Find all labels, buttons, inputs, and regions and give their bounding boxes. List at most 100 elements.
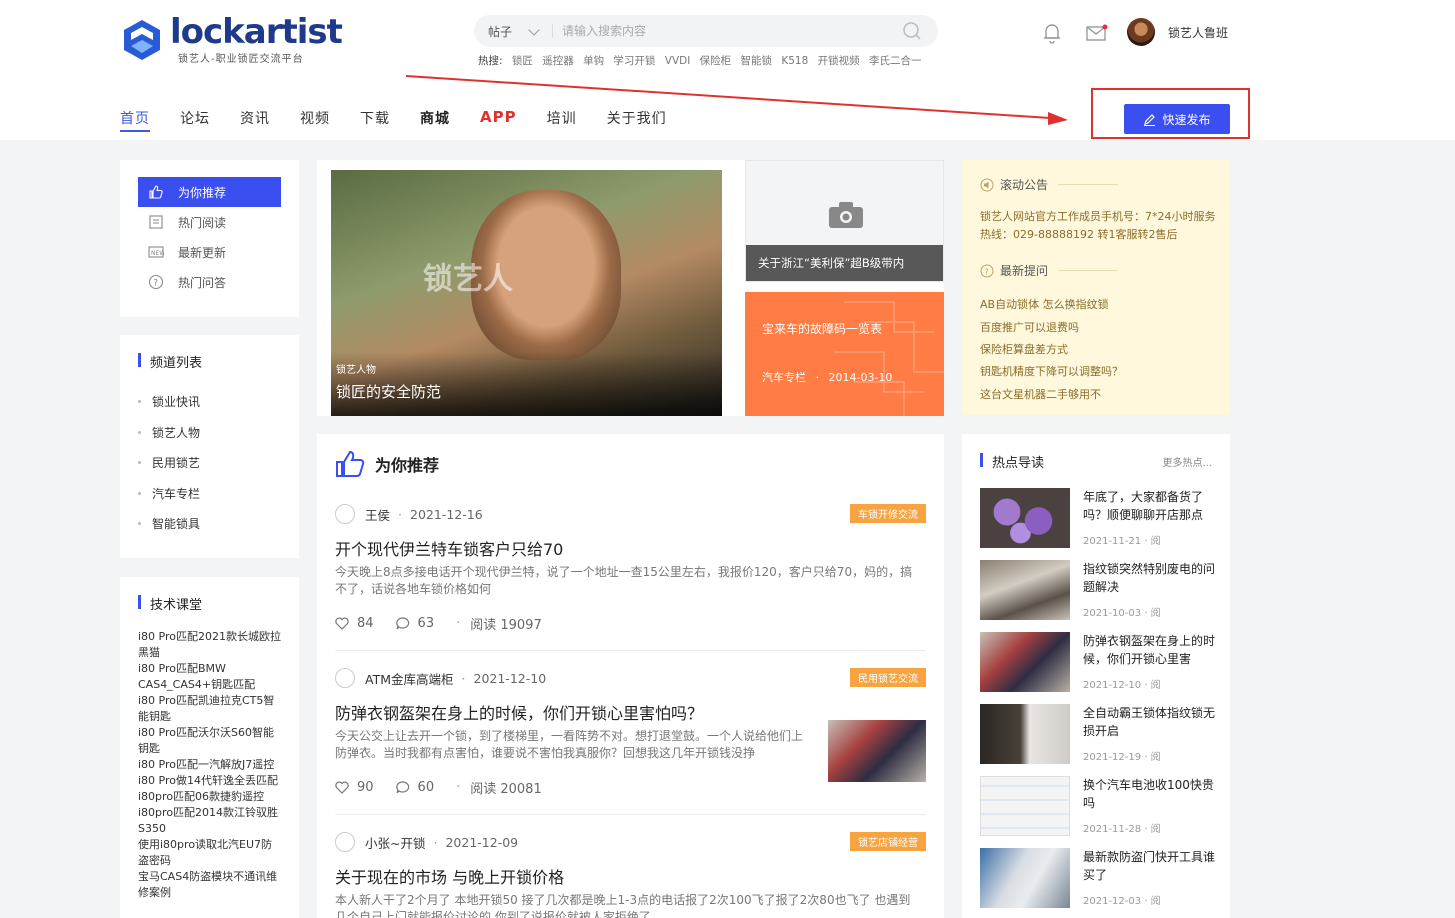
course-item[interactable]: i80 Pro匹配BMW CAS4_CAS4+钥匙匹配 — [138, 661, 283, 693]
nav-app[interactable]: APP — [480, 108, 517, 132]
hot-read-item-title: 全自动霸王锁体指纹锁无损开启 — [1083, 706, 1216, 738]
author-name[interactable]: 小张~开锁 — [365, 833, 425, 852]
hot-read-item[interactable]: 指纹锁突然特别废电的问题解决 2021-10-03 · 阅 — [980, 560, 1215, 620]
nav-download[interactable]: 下载 — [360, 108, 390, 132]
author-name[interactable]: ATM金库高端柜 — [365, 669, 454, 688]
hot-read-item-suffix: 阅 — [1150, 680, 1161, 691]
course-item[interactable]: i80 Pro匹配沃尔沃S60智能钥匙 — [138, 725, 283, 757]
feed-post[interactable]: ATM金库高端柜 · 2021-12-10 民用锁艺交流 防弹衣钢盔架在身上的时… — [335, 668, 926, 808]
hot-term[interactable]: 单钩 — [583, 55, 604, 67]
post-excerpt: 本人新人干了2个月了 本地开锁50 接了几次都是晚上1-3点的电话报了2次100… — [335, 893, 911, 918]
nav-shop[interactable]: 商城 — [420, 108, 450, 132]
course-item[interactable]: 使用i80pro读取北汽EU7防盗密码 — [138, 837, 283, 869]
heart-icon — [335, 781, 349, 794]
banner-side-top[interactable]: 关于浙江“美利保”超B级带内 — [745, 160, 944, 282]
book-icon — [149, 215, 163, 229]
bell-icon[interactable] — [1042, 22, 1062, 44]
channel-item[interactable]: 汽车专栏 — [138, 485, 200, 516]
author-avatar[interactable] — [335, 504, 355, 524]
hot-read-item[interactable]: 防弹衣钢盔架在身上的时候，你们开锁心里害 2021-12-10 · 阅 — [980, 632, 1215, 692]
meta-dot: · — [456, 780, 461, 795]
post-title[interactable]: 开个现代伊兰特车锁客户只给70 — [335, 536, 563, 560]
channel-item[interactable]: 锁艺人物 — [138, 424, 200, 455]
mail-icon[interactable] — [1086, 24, 1108, 42]
nav-training[interactable]: 培训 — [547, 108, 577, 132]
course-item[interactable]: i80 Pro匹配凯迪拉克CT5智能钥匙 — [138, 693, 283, 725]
question-item[interactable]: AB自动锁体 怎么换指纹锁 — [980, 296, 1109, 312]
hot-term[interactable]: VVDI — [665, 55, 691, 67]
nav-home[interactable]: 首页 — [120, 108, 150, 132]
question-item[interactable]: 钥匙机精度下降可以调整吗？ — [980, 363, 1123, 379]
feed-post[interactable]: 小张~开锁 · 2021-12-09 锁艺店铺经营 关于现在的市场 与晚上开锁价… — [335, 832, 926, 918]
comment-count: 63 — [417, 616, 435, 631]
hot-term[interactable]: K518 — [781, 55, 808, 67]
channel-item[interactable]: 锁业快讯 — [138, 393, 200, 424]
chevron-down-icon[interactable] — [528, 24, 540, 36]
side-item-latest[interactable]: NEW 最新更新 — [138, 237, 281, 267]
post-thumbnail[interactable] — [828, 720, 926, 782]
hot-read-item[interactable]: 最新款防盗门快开工具谁买了 2021-12-03 · 阅 — [980, 848, 1215, 908]
site-logo[interactable]: lockartist 锁艺人-职业锁匠交流平台 — [120, 12, 343, 66]
course-item[interactable]: i80 Pro匹配一汽解放J7遥控 — [138, 757, 283, 773]
author-avatar[interactable] — [335, 668, 355, 688]
like-stat[interactable]: 90 — [335, 780, 374, 795]
nav-forum[interactable]: 论坛 — [180, 108, 210, 132]
hot-read-title: 热点导读 — [980, 452, 1044, 471]
questions-header: ? 最新提问 — [980, 262, 1119, 279]
post-badge[interactable]: 车锁开修交流 — [850, 504, 926, 523]
user-avatar[interactable] — [1127, 18, 1155, 46]
hot-read-more-link[interactable]: 更多热点... — [1162, 454, 1212, 469]
hot-read-item[interactable]: 年底了，大家都备货了吗？顺便聊聊开店那点 2021-11-21 · 阅 — [980, 488, 1212, 548]
post-title[interactable]: 防弹衣钢盔架在身上的时候，你们开锁心里害怕吗？ — [335, 700, 703, 724]
nav-news[interactable]: 资讯 — [240, 108, 270, 132]
post-badge[interactable]: 民用锁艺交流 — [850, 668, 926, 687]
recommend-feed: 为你推荐 王侯 · 2021-12-16 车锁开修交流 开个现代伊兰特车锁客户只… — [317, 434, 944, 918]
question-item[interactable]: 这台文星机器二手够用不 — [980, 386, 1101, 402]
hot-read-item[interactable]: 换个汽车电池收100快贵吗 2021-11-28 · 阅 — [980, 776, 1214, 836]
hot-term[interactable]: 学习开锁 — [613, 55, 655, 67]
search-input[interactable] — [562, 20, 882, 42]
side-item-hot-qa[interactable]: ? 热门问答 — [138, 267, 281, 297]
comment-stat[interactable]: 63 — [395, 616, 435, 631]
comment-icon — [395, 781, 409, 794]
nav-about[interactable]: 关于我们 — [607, 108, 667, 132]
hot-read-thumbnail — [980, 632, 1070, 692]
post-title[interactable]: 关于现在的市场 与晚上开锁价格 — [335, 864, 564, 888]
meta-dot: · — [433, 834, 438, 850]
banner-side-bottom[interactable]: 宝来车的故障码一览表 汽车专栏 · 2014-03-10 — [745, 292, 944, 416]
author-name[interactable]: 王侯 — [365, 505, 390, 524]
hot-read-item[interactable]: 全自动霸王锁体指纹锁无损开启 2021-12-19 · 阅 — [980, 704, 1216, 764]
course-item[interactable]: i80pro匹配06款捷豹遥控 — [138, 789, 283, 805]
hot-term[interactable]: 锁匠 — [512, 55, 533, 67]
search-icon[interactable] — [902, 21, 922, 41]
hot-term[interactable]: 李氏二合一 — [869, 55, 922, 67]
post-badge[interactable]: 锁艺店铺经营 — [850, 832, 926, 851]
side-item-hot-read[interactable]: 热门阅读 — [138, 207, 281, 237]
hot-term[interactable]: 遥控器 — [542, 55, 574, 67]
course-item[interactable]: i80 Pro做14代轩逸全丢匹配 — [138, 773, 283, 789]
feed-post[interactable]: 王侯 · 2021-12-16 车锁开修交流 开个现代伊兰特车锁客户只给70 今… — [335, 504, 926, 644]
comment-stat[interactable]: 60 — [395, 780, 434, 795]
search-category-select[interactable]: 帖子 — [488, 23, 512, 40]
username[interactable]: 锁艺人鲁班 — [1168, 24, 1228, 41]
course-item[interactable]: i80pro匹配2014款江铃驭胜S350 — [138, 805, 283, 837]
channel-item[interactable]: 智能锁具 — [138, 515, 200, 546]
course-item[interactable]: i80 Pro匹配2021款长城欧拉黑猫 — [138, 629, 283, 661]
hot-read-item-title: 换个汽车电池收100快贵吗 — [1083, 778, 1214, 810]
quick-publish-button[interactable]: 快速发布 — [1124, 104, 1230, 134]
hot-term[interactable]: 智能锁 — [741, 55, 773, 67]
channel-item[interactable]: 民用锁艺 — [138, 454, 200, 485]
hot-term[interactable]: 开锁视频 — [818, 55, 860, 67]
hot-read-item-suffix: 阅 — [1150, 896, 1161, 907]
course-item[interactable]: 宝马CAS4防盗模块不通讯维修案例 — [138, 869, 283, 901]
hot-term[interactable]: 保险柜 — [700, 55, 732, 67]
author-avatar[interactable] — [335, 832, 355, 852]
banner-main[interactable]: 锁艺人 锁艺人物 锁匠的安全防范 — [331, 170, 722, 416]
nav-video[interactable]: 视频 — [300, 108, 330, 132]
like-stat[interactable]: 84 — [335, 616, 374, 631]
publish-highlight-box: 快速发布 — [1091, 88, 1250, 139]
question-item[interactable]: 百度推广可以退费吗 — [980, 319, 1079, 335]
side-item-recommend[interactable]: 为你推荐 — [138, 177, 281, 207]
circuit-decoration — [834, 301, 944, 416]
question-item[interactable]: 保险柜算盘差方式 — [980, 341, 1068, 357]
